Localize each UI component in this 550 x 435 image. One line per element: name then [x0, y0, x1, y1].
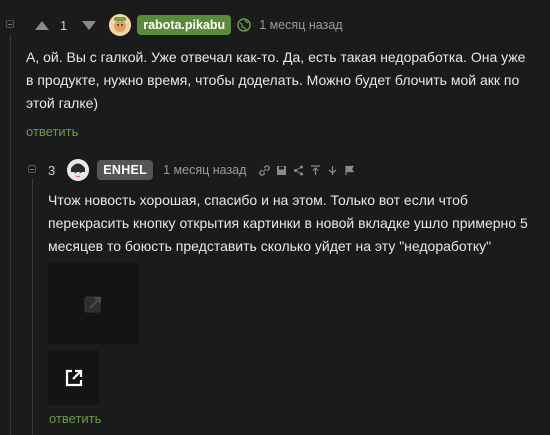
author-badge[interactable]: rabota.pikabu [137, 15, 232, 35]
share-icon[interactable] [290, 165, 307, 176]
avatar-icon [67, 159, 90, 181]
comment-header: 3 ENHEL 1 месяц назад [48, 158, 358, 182]
comment-rating: 3 [48, 162, 56, 178]
avatar-icon [109, 14, 132, 36]
reply-link[interactable]: ответить [26, 124, 78, 139]
comment-line: в продукте, нужно время, чтобы доделать.… [26, 72, 520, 88]
downvote-icon [82, 20, 97, 30]
comment-line: А, ой. Вы с галкой. Уже отвечал как-то. … [26, 49, 526, 65]
comment-image[interactable] [48, 350, 99, 405]
comment-time: 1 месяц назад [259, 18, 343, 32]
globe-icon [237, 18, 251, 32]
comment-time: 1 месяц назад [163, 163, 247, 177]
image-placeholder-icon [84, 296, 101, 312]
reply-link[interactable]: ответить [49, 411, 101, 426]
comment-line: месяцев то боюсть представить сколько уй… [48, 238, 492, 254]
upvote-icon [35, 20, 49, 30]
comment-header: 1 rabota.pikabu 1 месяц назад [32, 14, 343, 36]
open-in-new-tab-icon [65, 369, 82, 386]
author-badge[interactable]: ENHEL [97, 160, 154, 180]
comment-line: перекрасить кнопку открытия картинки в н… [48, 215, 528, 231]
downvote-button[interactable] [79, 20, 99, 30]
comment-image[interactable] [48, 263, 139, 344]
avatar[interactable] [67, 159, 90, 181]
comment-body: Чтож новость хорошая, спасибо и на этом.… [48, 189, 528, 258]
link-icon[interactable] [256, 164, 273, 176]
comment-rating: 1 [60, 17, 68, 33]
comment-body: А, ой. Вы с галкой. Уже отвечал как-то. … [26, 46, 525, 115]
report-icon[interactable] [341, 165, 358, 176]
filter-icon[interactable] [324, 165, 341, 176]
thread-line-nested[interactable] [32, 178, 33, 435]
comment-line: этой галке) [26, 95, 99, 111]
avatar[interactable] [109, 14, 132, 36]
thread-collapse-toggle[interactable] [6, 20, 14, 28]
go-to-parent-icon[interactable] [307, 164, 324, 176]
upvote-button[interactable] [32, 20, 52, 30]
thread-collapse-toggle-nested[interactable] [28, 165, 36, 173]
save-icon[interactable] [273, 165, 290, 176]
thread-line[interactable] [10, 34, 11, 435]
comment-line: Чтож новость хорошая, спасибо и на этом.… [48, 192, 468, 208]
